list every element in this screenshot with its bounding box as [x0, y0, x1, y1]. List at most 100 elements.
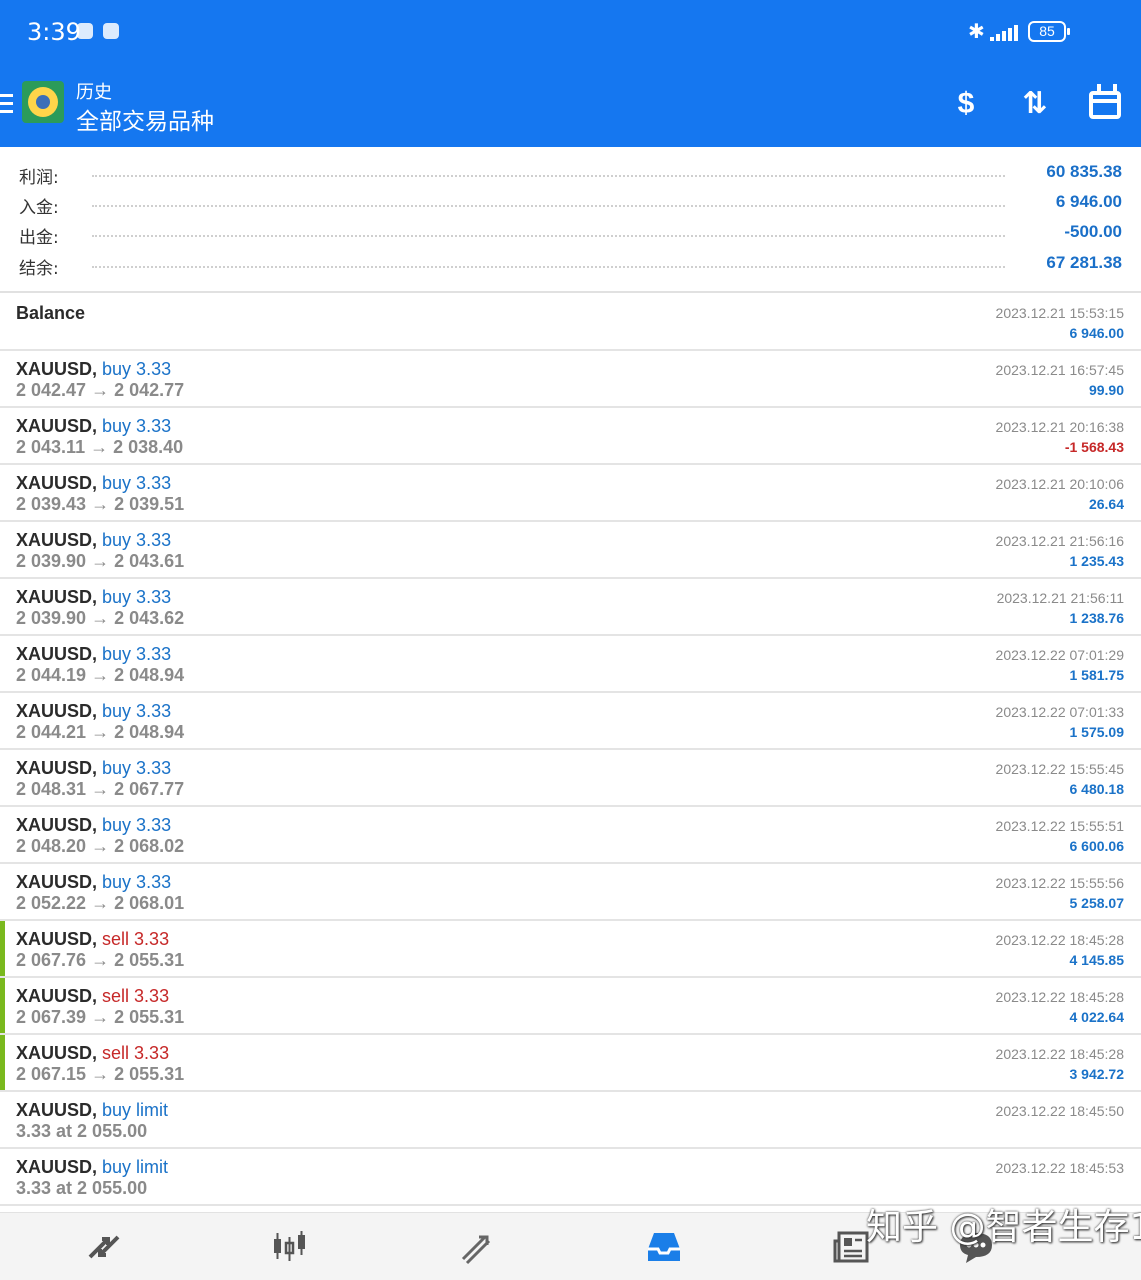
deal-symbol: XAUUSD, — [16, 644, 98, 664]
deal-symbol: XAUUSD, — [16, 416, 98, 436]
deal-row[interactable]: XAUUSD, sell 3.33 2 067.39 → 2 055.31 2023… — [0, 978, 1141, 1035]
deal-prices: 2 042.47 → 2 042.77 — [16, 380, 185, 400]
deal-profit: 6 480.18 — [1069, 781, 1125, 797]
deal-side: sell 3.33 — [102, 986, 170, 1006]
deal-symbol: XAUUSD, — [16, 1100, 98, 1120]
dotted-leader — [92, 205, 1005, 207]
deal-symbol: XAUUSD, — [16, 473, 98, 493]
deal-side: buy limit — [102, 1100, 169, 1120]
deal-prices: 2 039.90 → 2 043.62 — [16, 608, 185, 628]
calendar-icon[interactable] — [1085, 84, 1125, 124]
deal-title: XAUUSD, buy 3.33 — [16, 473, 171, 494]
top-bar: 3:39 ✱ 85 历史 全部交易品种 $ ⇅ — [0, 0, 1141, 147]
deal-profit: 5 258.07 — [1069, 895, 1125, 911]
sort-icon[interactable]: ⇅ — [1015, 84, 1055, 124]
deal-title: XAUUSD, buy 3.33 — [16, 872, 171, 893]
history-icon[interactable] — [644, 1227, 684, 1267]
summary-value: 67 281.38 — [1046, 253, 1122, 272]
dotted-leader — [92, 235, 1005, 237]
deal-row[interactable]: XAUUSD, buy 3.33 2 048.20 → 2 068.02 2023.… — [0, 807, 1141, 864]
deal-prices: 3.33 at 2 055.00 — [16, 1121, 148, 1141]
summary-label: 结余: — [19, 259, 59, 279]
balance-label: Balance — [16, 303, 86, 323]
deal-profit: 1 238.76 — [1069, 610, 1125, 626]
deal-side: buy 3.33 — [102, 530, 172, 550]
deal-row[interactable]: XAUUSD, buy 3.33 2 048.31 → 2 067.77 2023.… — [0, 750, 1141, 807]
deal-prices: 2 044.21 → 2 048.94 — [16, 722, 185, 742]
deal-prices: 3.33 at 2 055.00 — [16, 1178, 148, 1198]
deal-symbol: XAUUSD, — [16, 986, 98, 1006]
deal-date: 2023.12.21 16:57:45 — [995, 362, 1124, 378]
deal-date: 2023.12.22 07:01:33 — [995, 704, 1124, 720]
summary-label: 入金: — [19, 198, 59, 218]
deal-date: 2023.12.21 15:53:15 — [995, 305, 1124, 321]
deal-side: sell 3.33 — [102, 929, 170, 949]
balance-row[interactable]: Balance 2023.12.21 15:53:15 6 946.00 — [0, 294, 1141, 351]
deal-row[interactable]: XAUUSD, buy 3.33 2 044.21 → 2 048.94 2023.… — [0, 693, 1141, 750]
deal-date: 2023.12.22 18:45:50 — [995, 1103, 1124, 1119]
status-bar: 3:39 ✱ 85 — [0, 0, 1141, 64]
deal-row[interactable]: XAUUSD, buy 3.33 2 039.90 → 2 043.61 2023.… — [0, 522, 1141, 579]
deal-date: 2023.12.22 07:01:29 — [995, 647, 1124, 663]
deal-title: XAUUSD, buy 3.33 — [16, 359, 171, 380]
deal-title: XAUUSD, buy 3.33 — [16, 815, 171, 836]
deal-row[interactable]: XAUUSD, buy 3.33 2 052.22 → 2 068.01 2023.… — [0, 864, 1141, 921]
deal-side: buy 3.33 — [102, 644, 172, 664]
deal-row[interactable]: XAUUSD, buy 3.33 2 042.47 → 2 042.77 2023.… — [0, 351, 1141, 408]
summary-value: 6 946.00 — [1055, 192, 1122, 211]
dotted-leader — [92, 266, 1005, 268]
news-icon[interactable] — [831, 1227, 871, 1267]
chart-icon[interactable] — [270, 1227, 310, 1267]
summary-label: 出金: — [19, 228, 59, 248]
summary-row-deposit: 入金: 6 946.00 — [0, 189, 1141, 219]
deal-side: buy 3.33 — [102, 815, 172, 835]
deal-side: buy 3.33 — [102, 473, 172, 493]
deal-prices: 2 067.39 → 2 055.31 — [16, 1007, 185, 1027]
deal-row[interactable]: XAUUSD, buy 3.33 2 039.43 → 2 039.51 2023.… — [0, 465, 1141, 522]
deal-prices: 2 067.15 → 2 055.31 — [16, 1064, 185, 1084]
quotes-icon[interactable] — [84, 1227, 124, 1267]
deal-side: buy 3.33 — [102, 758, 172, 778]
deal-symbol: XAUUSD, — [16, 815, 98, 835]
deal-date: 2023.12.22 18:45:28 — [995, 932, 1124, 948]
deal-side: buy limit — [102, 1157, 169, 1177]
deal-profit: 3 942.72 — [1069, 1066, 1125, 1082]
deal-title: XAUUSD, sell 3.33 — [16, 1043, 169, 1064]
deal-title: XAUUSD, buy limit — [16, 1100, 168, 1121]
money-exchange-icon[interactable]: $ — [946, 84, 986, 124]
page-title: 历史 — [76, 82, 112, 103]
summary-value: 60 835.38 — [1046, 162, 1122, 181]
watermark: 知乎 @智者生存11 — [866, 1207, 1141, 1248]
deal-profit: 1 575.09 — [1069, 724, 1125, 740]
deal-symbol: XAUUSD, — [16, 929, 98, 949]
deal-side: buy 3.33 — [102, 587, 172, 607]
deal-title: XAUUSD, buy 3.33 — [16, 587, 171, 608]
deal-row[interactable]: XAUUSD, sell 3.33 2 067.15 → 2 055.31 2023… — [0, 1035, 1141, 1092]
deal-prices: 2 048.31 → 2 067.77 — [16, 779, 185, 799]
summary-row-balance: 结余: 67 281.38 — [0, 250, 1141, 280]
deal-symbol: XAUUSD, — [16, 587, 98, 607]
deal-row[interactable]: XAUUSD, buy 3.33 2 044.19 → 2 048.94 2023.… — [0, 636, 1141, 693]
deal-title: XAUUSD, buy 3.33 — [16, 416, 171, 437]
deal-date: 2023.12.21 20:16:38 — [995, 419, 1124, 435]
trade-icon[interactable] — [457, 1227, 497, 1267]
deal-row[interactable]: XAUUSD, buy 3.33 2 039.90 → 2 043.62 2023.… — [0, 579, 1141, 636]
notification-app-icon — [103, 23, 119, 39]
deal-title: XAUUSD, buy 3.33 — [16, 758, 171, 779]
deal-date: 2023.12.22 18:45:53 — [995, 1160, 1124, 1176]
deal-row[interactable]: XAUUSD, buy 3.33 2 043.11 → 2 038.40 2023.… — [0, 408, 1141, 465]
deal-row[interactable]: XAUUSD, buy limit 3.33 at 2 055.00 2023.12… — [0, 1092, 1141, 1149]
deal-profit: 1 581.75 — [1069, 667, 1125, 683]
menu-icon[interactable] — [0, 94, 13, 114]
deal-symbol: XAUUSD, — [16, 359, 98, 379]
deal-symbol: XAUUSD, — [16, 1043, 98, 1063]
deal-date: 2023.12.22 15:55:51 — [995, 818, 1124, 834]
symbol-filter[interactable]: 全部交易品种 — [76, 102, 214, 136]
deal-row[interactable]: XAUUSD, sell 3.33 2 067.76 → 2 055.31 2023… — [0, 921, 1141, 978]
deal-date: 2023.12.21 21:56:16 — [995, 533, 1124, 549]
deal-title: XAUUSD, buy 3.33 — [16, 530, 171, 551]
summary-label: 利润: — [19, 168, 59, 188]
deal-date: 2023.12.21 20:10:06 — [995, 476, 1124, 492]
deal-prices: 2 039.43 → 2 039.51 — [16, 494, 185, 514]
deal-side: sell 3.33 — [102, 1043, 170, 1063]
